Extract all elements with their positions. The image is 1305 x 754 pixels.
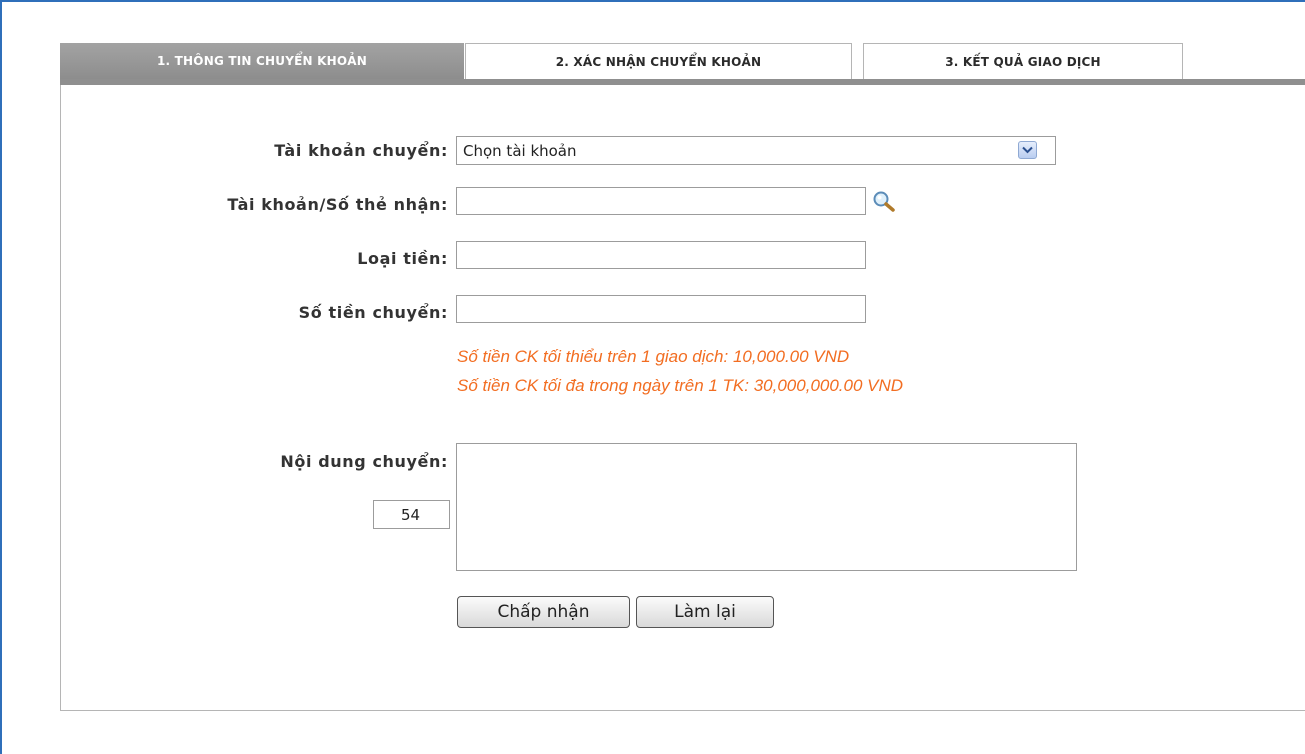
source-account-select[interactable]: Chọn tài khoản [456, 136, 1056, 165]
source-account-label: Tài khoản chuyển: [274, 141, 448, 160]
search-icon[interactable] [870, 189, 904, 215]
char-counter: 54 [373, 500, 450, 529]
tab-transaction-result[interactable]: 3. KẾT QUẢ GIAO DỊCH [863, 43, 1183, 79]
source-account-selected-value: Chọn tài khoản [463, 141, 577, 160]
chevron-down-icon[interactable] [1018, 141, 1037, 159]
content-textarea[interactable] [456, 443, 1077, 571]
accept-button[interactable]: Chấp nhận [457, 596, 630, 628]
recipient-account-input[interactable] [456, 187, 866, 215]
step-tabs: 1. THÔNG TIN CHUYỂN KHOẢN 2. XÁC NHẬN CH… [60, 43, 1305, 79]
currency-input[interactable] [456, 241, 866, 269]
amount-label: Số tiền chuyển: [298, 303, 448, 322]
recipient-account-label: Tài khoản/Số thẻ nhận: [227, 195, 448, 214]
content-label: Nội dung chuyển: [280, 452, 448, 471]
tab-transfer-info[interactable]: 1. THÔNG TIN CHUYỂN KHOẢN [60, 43, 464, 79]
amount-input[interactable] [456, 295, 866, 323]
tab-transfer-confirm[interactable]: 2. XÁC NHẬN CHUYỂN KHOẢN [465, 43, 852, 79]
reset-button[interactable]: Làm lại [636, 596, 774, 628]
min-amount-hint: Số tiền CK tối thiểu trên 1 giao dịch: 1… [457, 347, 850, 366]
max-amount-hint: Số tiền CK tối đa trong ngày trên 1 TK: … [457, 376, 904, 395]
currency-label: Loại tiền: [357, 249, 448, 268]
